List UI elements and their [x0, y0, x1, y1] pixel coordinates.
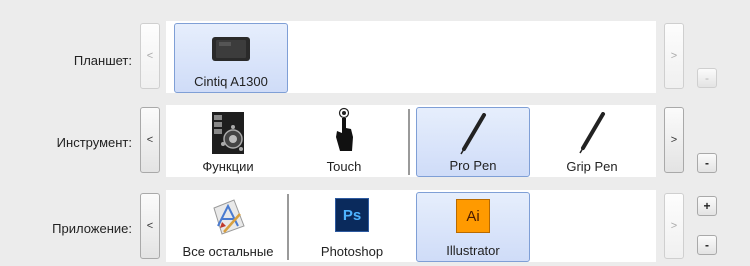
tablet-icon: [212, 37, 250, 61]
pen-icon: [460, 113, 486, 155]
tool-tile-grip-pen[interactable]: Grip Pen: [542, 107, 642, 177]
tool-tile-pro-pen[interactable]: Pro Pen: [416, 107, 530, 177]
tablet-tile-label: Cintiq A1300: [194, 74, 268, 89]
all-apps-icon: [213, 199, 245, 235]
tool-row-label: Инструмент:: [56, 135, 132, 150]
tablet-prev-button[interactable]: <: [140, 23, 160, 89]
remove-application-button[interactable]: -: [697, 235, 717, 255]
tool-tile-functions[interactable]: Функции: [178, 107, 278, 177]
tool-strip: Функции Touch Pro Pen Grip Pen: [166, 105, 656, 177]
application-row-label: Приложение:: [52, 221, 132, 236]
pen-icon: [579, 112, 605, 154]
application-tile-label: Photoshop: [320, 244, 384, 259]
add-application-button[interactable]: +: [697, 196, 717, 216]
application-tile-illustrator[interactable]: Ai Illustrator: [416, 192, 530, 262]
tablet-row-label: Планшет:: [73, 53, 132, 68]
application-tile-all-others[interactable]: Все остальные: [172, 192, 284, 262]
remove-tablet-button[interactable]: -: [697, 68, 717, 88]
tool-tile-label: Touch: [326, 159, 362, 174]
tool-prev-button[interactable]: <: [140, 107, 160, 173]
application-prev-button[interactable]: <: [140, 193, 160, 259]
tool-tile-label: Функции: [202, 159, 254, 174]
tablet-strip: Cintiq A1300: [166, 21, 656, 93]
touch-icon: [336, 107, 353, 151]
tool-next-button[interactable]: >: [664, 107, 684, 173]
tablet-tile-cintiq[interactable]: Cintiq A1300: [174, 23, 288, 93]
tablet-next-button[interactable]: >: [664, 23, 684, 89]
application-tile-photoshop[interactable]: Ps Photoshop: [296, 192, 408, 262]
application-tile-label: Все остальные: [182, 244, 274, 259]
tool-tile-touch[interactable]: Touch: [294, 107, 394, 177]
illustrator-icon: Ai: [456, 199, 490, 233]
remove-tool-button[interactable]: -: [697, 153, 717, 173]
tool-separator: [408, 109, 410, 175]
tool-tile-label: Pro Pen: [449, 158, 497, 173]
application-separator: [287, 194, 289, 260]
application-tile-label: Illustrator: [446, 243, 500, 258]
application-strip: Все остальные Ps Photoshop Ai Illustrato…: [166, 190, 656, 262]
application-next-button[interactable]: >: [664, 193, 684, 259]
photoshop-icon: Ps: [335, 198, 369, 232]
functions-icon: [212, 112, 244, 154]
tool-tile-label: Grip Pen: [566, 159, 618, 174]
